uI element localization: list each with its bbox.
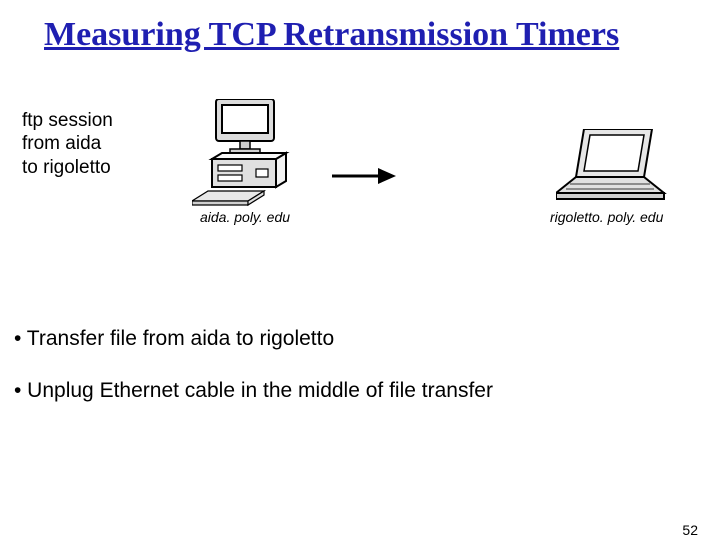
- session-text: ftp session from aida to rigoletto: [22, 109, 113, 180]
- page-title: Measuring TCP Retransmission Timers: [44, 14, 644, 57]
- diagram-area: ftp session from aida to rigoletto: [0, 87, 720, 257]
- bullet-list: • Transfer file from aida to rigoletto •…: [14, 327, 720, 403]
- bullet-2: • Unplug Ethernet cable in the middle of…: [14, 379, 720, 403]
- arrow-right-icon: [330, 165, 400, 187]
- bullet-1: • Transfer file from aida to rigoletto: [14, 327, 720, 351]
- aida-host-label: aida. poly. edu: [200, 209, 290, 225]
- rigoletto-host-label: rigoletto. poly. edu: [550, 209, 663, 225]
- page-number: 52: [682, 522, 698, 538]
- laptop-icon: [556, 129, 668, 207]
- desktop-computer-icon: [192, 99, 296, 209]
